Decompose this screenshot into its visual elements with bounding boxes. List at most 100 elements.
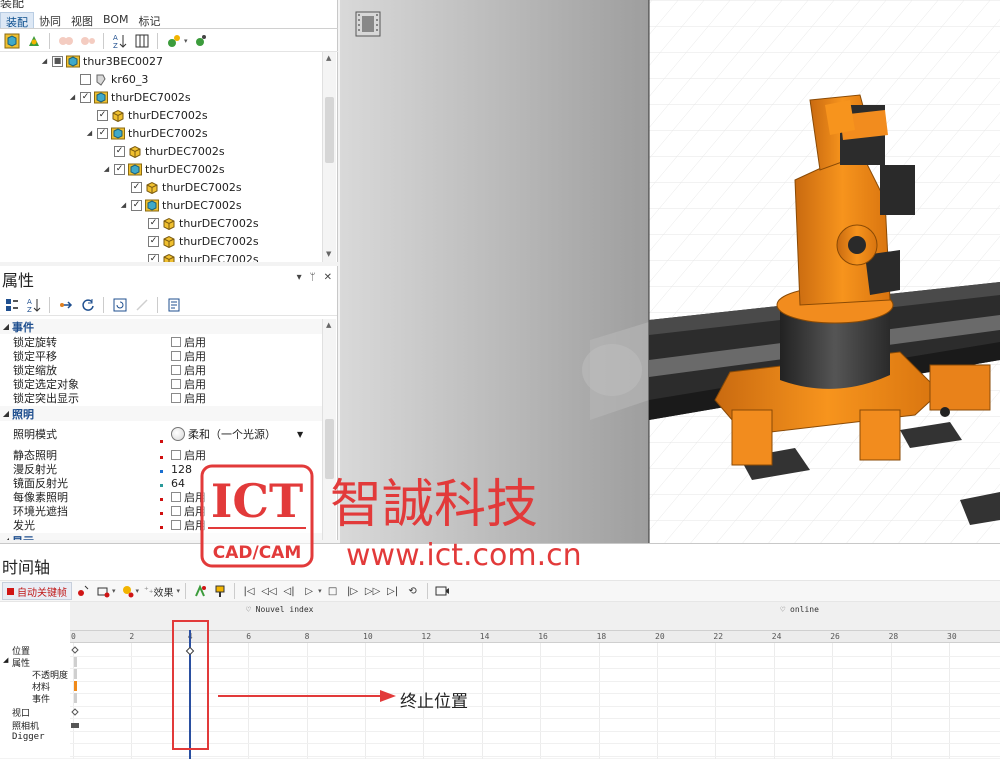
camera-key-icon[interactable] [94,582,112,600]
diffuse-value[interactable]: 128 [171,463,192,476]
tab-view[interactable]: 视图 [66,12,98,28]
tree-node[interactable]: ✓ thurDEC7002s [136,232,259,250]
collapse-icon[interactable]: ◢ [0,409,12,418]
chevron-down-icon[interactable]: ▾ [112,587,116,595]
explode-icon[interactable] [24,32,43,50]
visibility-checkbox[interactable]: ✓ [131,181,142,193]
sort-az-icon[interactable]: AZ [110,32,129,50]
go-end-icon[interactable]: ▷| [384,582,402,600]
timeline-area[interactable]: ♡ Nouvel index ♡ online 0 24 6 8 10 12 14 16 18 20… [70,602,1000,759]
tab-markup[interactable]: 标记 [134,12,166,28]
tree-node[interactable]: ✓ thurDEC7002s [102,142,225,160]
chevron-down-icon[interactable]: ▾ [318,587,322,595]
prev-key-icon[interactable]: ◁◁ [260,582,278,600]
filter-icon[interactable] [164,32,183,50]
track-label-attributes[interactable]: 属性 [12,656,30,669]
visibility-checkbox[interactable]: ✓ [114,163,125,175]
visibility-checkbox[interactable]: ✓ [80,91,91,103]
close-icon[interactable]: ✕ [324,272,332,283]
checkbox[interactable] [171,393,181,403]
tree-node[interactable]: ✓ thurDEC7002s [85,106,208,124]
scrollbar-thumb[interactable] [325,419,334,479]
stop-icon[interactable]: □ [324,582,342,600]
scroll-down-icon[interactable]: ▼ [326,250,331,258]
collapse-icon[interactable]: ◢ [40,57,49,65]
visibility-checkbox[interactable]: ✓ [148,217,159,229]
checkbox[interactable] [171,379,181,389]
chevron-down-icon[interactable]: ▼ [297,430,303,439]
tree-node[interactable]: kr60_3 [68,70,148,88]
checkbox[interactable] [171,492,181,502]
go-start-icon[interactable]: |◁ [240,582,258,600]
visibility-checkbox[interactable]: ✓ [97,109,108,121]
collapse-icon[interactable]: ◢ [3,656,8,664]
animation-mode-icon[interactable] [355,11,381,37]
categorized-icon[interactable] [2,296,21,314]
columns-icon[interactable] [132,32,151,50]
wand-icon[interactable] [132,296,151,314]
tree-scrollbar[interactable]: ▲ ▼ [322,52,336,262]
visibility-checkbox[interactable]: ✓ [114,145,125,157]
filter-dropdown-icon[interactable]: ▾ [184,37,188,45]
tab-bom[interactable]: BOM [98,12,134,28]
tree-node[interactable]: ◢ ✓ thurDEC7002s [119,196,242,214]
visibility-checkbox[interactable]: ✓ [148,235,159,247]
collapse-icon[interactable]: ◢ [0,322,12,331]
category-lighting[interactable]: ◢ 照明 [0,406,322,421]
timeline-marker[interactable]: ♡ online [780,605,819,614]
tab-collaboration[interactable]: 协同 [34,12,66,28]
track-label-camera[interactable]: 照相机 [12,719,39,732]
tree-node[interactable]: ◢ ■ thur3BEC0027 [40,52,163,70]
collapse-icon[interactable]: ◢ [85,129,94,137]
visibility-checkbox[interactable]: ✓ [148,253,159,262]
tree-node[interactable]: ✓ thurDEC7002s [136,250,259,262]
scrollbar-thumb[interactable] [325,97,334,163]
specular-value[interactable]: 64 [171,477,185,490]
auto-keyframe-button[interactable]: 自动关键帧 [2,582,72,600]
reset-icon[interactable] [110,296,129,314]
track-label-event[interactable]: 事件 [32,692,50,705]
tab-assembly[interactable]: 装配 [0,12,34,29]
checkbox[interactable] [171,450,181,460]
next-key-icon[interactable]: ▷▷ [364,582,382,600]
scroll-up-icon[interactable]: ▲ [326,321,331,329]
play-icon[interactable]: ▷ [300,582,318,600]
sort-az-icon[interactable]: AZ [24,296,43,314]
category-events[interactable]: ◢ 事件 [0,319,322,334]
track-label-viewport[interactable]: 视口 [12,706,30,719]
3d-viewport[interactable] [340,0,1000,543]
keyframe-icon[interactable] [74,582,92,600]
link-icon[interactable] [56,296,75,314]
visibility-checkbox[interactable] [80,73,91,85]
light-key-icon[interactable] [118,582,136,600]
checkbox[interactable] [171,337,181,347]
settings-icon[interactable] [191,32,210,50]
ungroup-icon[interactable] [78,32,97,50]
track-label-digger[interactable]: Digger [12,732,45,742]
chevron-down-icon[interactable]: ▾ [177,587,181,595]
properties-icon[interactable] [164,296,183,314]
lighting-mode-select[interactable]: 柔和（一个光源） [188,426,276,442]
tree-node[interactable]: ◢ ✓ thurDEC7002s [102,160,225,178]
step-back-icon[interactable]: ◁| [280,582,298,600]
tree-node[interactable]: ✓ thurDEC7002s [136,214,259,232]
tree-node[interactable]: ✓ thurDEC7002s [119,178,242,196]
tree-node[interactable]: ◢ ✓ thurDEC7002s [85,124,208,142]
timeline-marker[interactable]: ♡ Nouvel index [246,605,313,614]
collapse-icon[interactable]: ◢ [0,536,12,540]
checkbox[interactable] [171,365,181,375]
pin-icon[interactable]: ᛘ [310,272,316,283]
visibility-checkbox[interactable]: ■ [52,55,63,67]
select-assembly-icon[interactable] [2,32,21,50]
tree-node[interactable]: ◢ ✓ thurDEC7002s [68,88,191,106]
paint-icon[interactable] [211,582,229,600]
group-icon[interactable] [56,32,75,50]
refresh-icon[interactable] [78,296,97,314]
export-video-icon[interactable] [433,582,451,600]
time-ruler[interactable]: 024681012141618202224262830 [70,630,1000,643]
effects-button[interactable]: ⁺₊ 效果 [141,582,177,600]
checkbox[interactable] [171,351,181,361]
pose-icon[interactable] [191,582,209,600]
scroll-up-icon[interactable]: ▲ [326,54,331,62]
visibility-checkbox[interactable]: ✓ [131,199,142,211]
